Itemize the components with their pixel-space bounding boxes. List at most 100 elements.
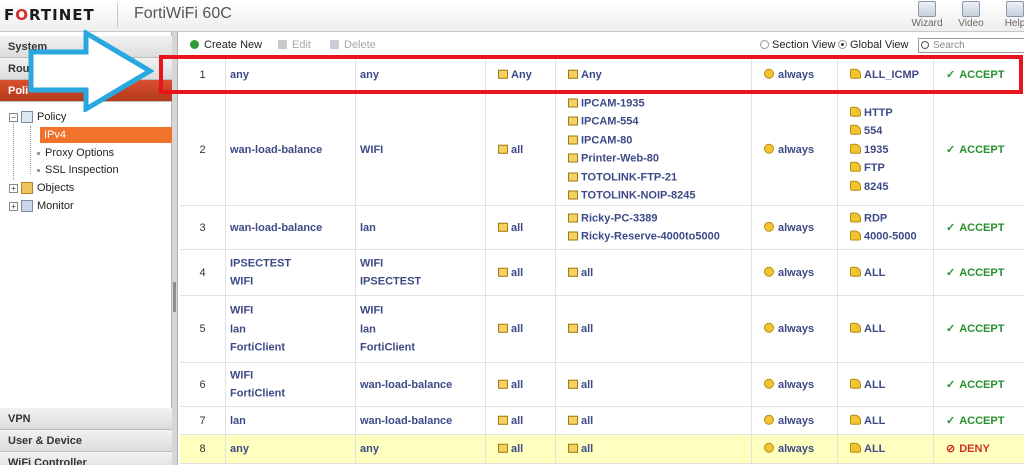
action[interactable]: ✓ ACCEPT bbox=[934, 94, 1024, 205]
schedule[interactable]: always bbox=[752, 296, 838, 362]
source-address[interactable]: Any bbox=[486, 57, 556, 93]
destination-address[interactable]: all bbox=[556, 435, 752, 463]
service-entry[interactable]: RDP bbox=[850, 209, 933, 228]
service-entry[interactable]: ALL bbox=[850, 320, 933, 339]
policy-id-entry[interactable]: 1 bbox=[180, 66, 225, 85]
tree-ipv4[interactable]: IPv4 bbox=[40, 127, 172, 143]
policy-id[interactable]: 6 bbox=[180, 363, 226, 406]
tree-monitor[interactable]: + Monitor bbox=[9, 198, 74, 214]
action[interactable]: ✓ ACCEPT bbox=[934, 407, 1024, 434]
service[interactable]: HTTP 554 1935 FTP 8245 bbox=[838, 94, 934, 205]
source-interface[interactable]: any bbox=[226, 435, 356, 463]
source-interface-entry[interactable]: wan-load-balance bbox=[230, 218, 355, 237]
source-address-entry[interactable]: all bbox=[498, 440, 555, 459]
destination-address[interactable]: all bbox=[556, 407, 752, 434]
service[interactable]: ALL bbox=[838, 296, 934, 362]
destination-interface[interactable]: wan-load-balance bbox=[356, 363, 486, 406]
policy-id-entry[interactable]: 3 bbox=[180, 218, 225, 237]
source-interface[interactable]: lan bbox=[226, 407, 356, 434]
destination-address-entry[interactable]: Ricky-Reserve-4000to5000 bbox=[568, 228, 751, 247]
source-interface-entry[interactable]: lan bbox=[230, 320, 355, 339]
schedule[interactable]: always bbox=[752, 206, 838, 249]
service[interactable]: ALL bbox=[838, 435, 934, 463]
destination-address-entry[interactable]: all bbox=[568, 263, 751, 282]
table-row[interactable]: 8 any any all all always ALL ⊘ DENY bbox=[180, 435, 1024, 464]
destination-interface-entry[interactable]: lan bbox=[360, 320, 485, 339]
destination-address[interactable]: IPCAM-1935 IPCAM-554 IPCAM-80 Printer-Web-8… bbox=[556, 94, 752, 205]
source-address-entry[interactable]: all bbox=[498, 263, 555, 282]
policy-id-entry[interactable]: 5 bbox=[180, 320, 225, 339]
service-entry[interactable]: FTP bbox=[850, 159, 933, 178]
expand-icon[interactable]: + bbox=[9, 201, 18, 211]
policy-id[interactable]: 4 bbox=[180, 250, 226, 295]
edit-button[interactable]: Edit bbox=[278, 39, 311, 51]
policy-id[interactable]: 8 bbox=[180, 435, 226, 463]
destination-interface-entry[interactable]: WIFI bbox=[360, 301, 485, 320]
tree-objects[interactable]: + Objects bbox=[9, 180, 74, 196]
destination-interface-entry[interactable]: any bbox=[360, 440, 485, 459]
destination-address[interactable]: Ricky-PC-3389 Ricky-Reserve-4000to5000 bbox=[556, 206, 752, 249]
source-interface-entry[interactable]: FortiClient bbox=[230, 338, 355, 357]
schedule[interactable]: always bbox=[752, 94, 838, 205]
service[interactable]: RDP 4000-5000 bbox=[838, 206, 934, 249]
action[interactable]: ✓ ACCEPT bbox=[934, 363, 1024, 406]
source-interface-entry[interactable]: WIFI bbox=[230, 301, 355, 320]
schedule-entry[interactable]: always bbox=[764, 375, 837, 394]
source-address[interactable]: all bbox=[486, 94, 556, 205]
source-interface[interactable]: wan-load-balance bbox=[226, 206, 356, 249]
radio-selected-icon[interactable] bbox=[838, 40, 847, 49]
collapse-icon[interactable]: − bbox=[9, 112, 18, 122]
source-interface[interactable]: wan-load-balance bbox=[226, 94, 356, 205]
nav-vpn[interactable]: VPN bbox=[0, 408, 172, 430]
source-interface-entry[interactable]: WIFI bbox=[230, 273, 355, 292]
source-interface[interactable]: any bbox=[226, 57, 356, 93]
policy-id-entry[interactable]: 2 bbox=[180, 140, 225, 159]
table-row[interactable]: 2 wan-load-balance WIFI all IPCAM-1935 IPCAM-… bbox=[180, 94, 1024, 206]
destination-interface[interactable]: any bbox=[356, 435, 486, 463]
destination-address[interactable]: all bbox=[556, 250, 752, 295]
nav-policy[interactable]: Poli bbox=[0, 80, 172, 102]
nav-user-device[interactable]: User & Device bbox=[0, 430, 172, 452]
service-entry[interactable]: HTTP bbox=[850, 103, 933, 122]
source-address[interactable]: all bbox=[486, 250, 556, 295]
video-button[interactable]: Video bbox=[951, 1, 991, 29]
source-address[interactable]: all bbox=[486, 435, 556, 463]
destination-address-entry[interactable]: Ricky-PC-3389 bbox=[568, 209, 751, 228]
delete-button[interactable]: Delete bbox=[330, 39, 376, 51]
policy-id[interactable]: 5 bbox=[180, 296, 226, 362]
source-interface-entry[interactable]: any bbox=[230, 66, 355, 85]
destination-address-entry[interactable]: all bbox=[568, 320, 751, 339]
table-row[interactable]: 3 wan-load-balance lan all Ricky-PC-3389 Rick… bbox=[180, 206, 1024, 250]
nav-router[interactable]: Rou bbox=[0, 58, 172, 80]
destination-address-entry[interactable]: all bbox=[568, 375, 751, 394]
sidebar-splitter[interactable] bbox=[172, 32, 178, 465]
source-address-entry[interactable]: Any bbox=[498, 66, 555, 85]
schedule[interactable]: always bbox=[752, 435, 838, 463]
service-entry[interactable]: 8245 bbox=[850, 177, 933, 196]
schedule-entry[interactable]: always bbox=[764, 411, 837, 430]
destination-address-entry[interactable]: all bbox=[568, 440, 751, 459]
destination-interface-entry[interactable]: wan-load-balance bbox=[360, 375, 485, 394]
policy-id-entry[interactable]: 7 bbox=[180, 411, 225, 430]
policy-id[interactable]: 1 bbox=[180, 57, 226, 93]
splitter-grip[interactable] bbox=[173, 282, 176, 312]
destination-address-entry[interactable]: IPCAM-1935 bbox=[568, 94, 751, 113]
source-address-entry[interactable]: all bbox=[498, 218, 555, 237]
source-interface[interactable]: WIFI FortiClient bbox=[226, 363, 356, 406]
destination-address-entry[interactable]: IPCAM-80 bbox=[568, 131, 751, 150]
source-interface-entry[interactable]: FortiClient bbox=[230, 385, 355, 404]
destination-interface[interactable]: any bbox=[356, 57, 486, 93]
radio-icon[interactable] bbox=[760, 40, 769, 49]
source-interface[interactable]: WIFI lan FortiClient bbox=[226, 296, 356, 362]
source-interface-entry[interactable]: IPSECTEST bbox=[230, 254, 355, 273]
destination-address-entry[interactable]: all bbox=[568, 411, 751, 430]
source-address[interactable]: all bbox=[486, 363, 556, 406]
destination-interface[interactable]: lan bbox=[356, 206, 486, 249]
tree-policy[interactable]: − Policy bbox=[9, 109, 66, 125]
service[interactable]: ALL bbox=[838, 407, 934, 434]
source-interface[interactable]: IPSECTEST WIFI bbox=[226, 250, 356, 295]
source-address[interactable]: all bbox=[486, 206, 556, 249]
table-row[interactable]: 5 WIFI lan FortiClient WIFI lan FortiClient all… bbox=[180, 296, 1024, 363]
source-address-entry[interactable]: all bbox=[498, 140, 555, 159]
help-button[interactable]: Help bbox=[995, 1, 1024, 29]
